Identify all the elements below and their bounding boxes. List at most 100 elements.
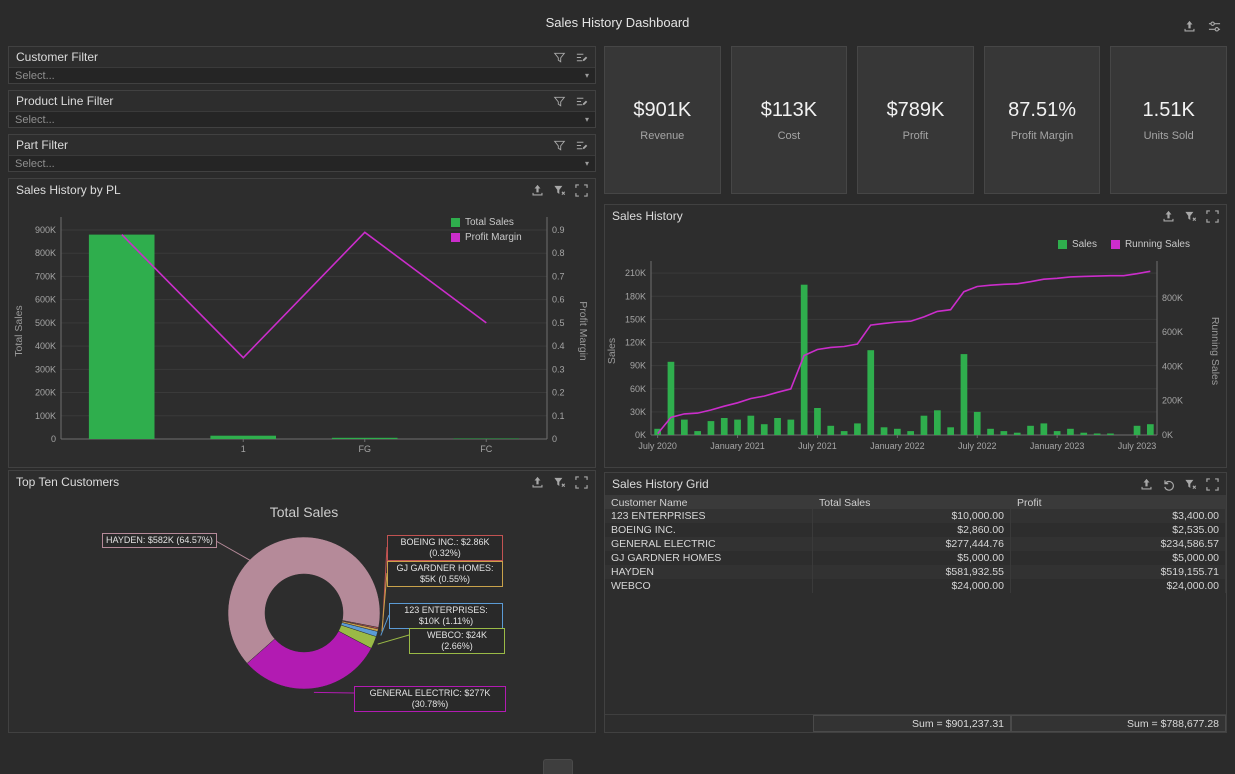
kpi-label: Profit Margin: [1011, 130, 1073, 142]
panel-toolbar: [553, 139, 588, 152]
panel-top-ten-customers: Top Ten Customers Total Sales HAYDEN: $5…: [8, 470, 596, 733]
panel-toolbar: [531, 184, 588, 197]
panel-sales-history-grid: Sales History Grid Customer NameTotal Sa…: [604, 472, 1227, 733]
table-row[interactable]: HAYDEN$581,932.55$519,155.71: [605, 565, 1226, 579]
grid-cell: $519,155.71: [1011, 565, 1226, 579]
svg-text:30K: 30K: [630, 407, 646, 417]
svg-text:Running Sales: Running Sales: [1209, 317, 1221, 385]
svg-text:150K: 150K: [625, 314, 646, 324]
titlebar-icons: [1183, 20, 1221, 33]
clear-master-filter-icon[interactable]: [1184, 478, 1197, 491]
legend-swatch: [1058, 240, 1067, 249]
table-row[interactable]: 123 ENTERPRISES$10,000.00$3,400.00: [605, 509, 1226, 523]
svg-text:July 2023: July 2023: [1118, 441, 1157, 451]
svg-text:January 2022: January 2022: [870, 441, 925, 451]
edit-list-icon[interactable]: [575, 139, 588, 152]
filter-icon[interactable]: [553, 51, 566, 64]
legend-label: Running Sales: [1125, 239, 1190, 250]
clear-master-filter-icon[interactable]: [553, 476, 566, 489]
export-icon[interactable]: [1183, 20, 1196, 33]
svg-text:Total Sales: Total Sales: [13, 305, 25, 356]
legend-entry: Sales: [1058, 239, 1097, 250]
panel-header: Sales History by PL: [9, 179, 595, 201]
total-sales-donut-chart[interactable]: Total Sales: [9, 493, 595, 732]
grid-cell: $10,000.00: [813, 509, 1011, 523]
panel-header: Sales History: [605, 205, 1226, 227]
chart-legend: Total SalesProfit Margin: [451, 217, 522, 243]
panel-title: Part Filter: [16, 138, 68, 152]
svg-text:July 2021: July 2021: [798, 441, 837, 451]
panel-header: Customer Filter: [9, 47, 595, 67]
clear-master-filter-icon[interactable]: [553, 184, 566, 197]
pie-callout-label: BOEING INC.: $2.86K (0.32%): [387, 535, 503, 561]
parameters-icon[interactable]: [1208, 20, 1221, 33]
svg-text:800K: 800K: [1162, 293, 1183, 303]
pie-callout-label: GENERAL ELECTRIC: $277K (30.78%): [354, 686, 506, 712]
sales-history-chart[interactable]: 0K30K60K90K120K150K180K210K0K200K400K600…: [605, 227, 1226, 467]
legend-entry: Total Sales: [451, 217, 522, 228]
filter-icon[interactable]: [553, 139, 566, 152]
filter-panel-part-filter: Part Filter Select...▾: [8, 134, 596, 172]
kpi-value: 87.51%: [1008, 99, 1076, 122]
export-icon[interactable]: [531, 184, 544, 197]
maximize-icon[interactable]: [1206, 478, 1219, 491]
svg-text:0.8: 0.8: [552, 248, 565, 258]
maximize-icon[interactable]: [575, 184, 588, 197]
table-row[interactable]: GJ GARDNER HOMES$5,000.00$5,000.00: [605, 551, 1226, 565]
panel-sales-history: Sales History 0K30K60K90K120K150K180K210…: [604, 204, 1227, 468]
panel-toolbar: [553, 51, 588, 64]
dashboard-title: Sales History Dashboard: [0, 15, 1235, 30]
filter-panel-customer-filter: Customer FilterSelect...▾: [8, 46, 596, 84]
table-row[interactable]: GENERAL ELECTRIC$277,444.76$234,586.57: [605, 537, 1226, 551]
svg-text:0: 0: [552, 434, 557, 444]
svg-text:0.2: 0.2: [552, 388, 565, 398]
filter-combobox[interactable]: Select...▾: [9, 155, 595, 171]
edit-list-icon[interactable]: [575, 95, 588, 108]
grid-cell: GENERAL ELECTRIC: [605, 537, 813, 551]
svg-text:FG: FG: [359, 444, 372, 454]
bottom-panel-handle[interactable]: [543, 759, 573, 774]
export-icon[interactable]: [1162, 210, 1175, 223]
svg-text:1: 1: [241, 444, 246, 454]
svg-text:January 2021: January 2021: [710, 441, 765, 451]
svg-text:0.9: 0.9: [552, 225, 565, 235]
chevron-down-icon: ▾: [585, 115, 589, 124]
svg-text:180K: 180K: [625, 291, 646, 301]
svg-text:July 2022: July 2022: [958, 441, 997, 451]
filter-combobox[interactable]: Select...▾: [9, 111, 595, 127]
filter-combobox[interactable]: Select...▾: [9, 67, 595, 83]
clear-master-filter-icon[interactable]: [1184, 210, 1197, 223]
svg-text:0.4: 0.4: [552, 341, 565, 351]
legend-swatch: [451, 233, 460, 242]
export-icon[interactable]: [531, 476, 544, 489]
panel-title: Top Ten Customers: [16, 475, 119, 489]
grid-cell: $5,000.00: [813, 551, 1011, 565]
undo-icon[interactable]: [1162, 478, 1175, 491]
svg-text:0.1: 0.1: [552, 411, 565, 421]
svg-text:700K: 700K: [35, 271, 56, 281]
table-row[interactable]: WEBCO$24,000.00$24,000.00: [605, 579, 1226, 593]
maximize-icon[interactable]: [575, 476, 588, 489]
svg-text:500K: 500K: [35, 318, 56, 328]
grid-cell: $277,444.76: [813, 537, 1011, 551]
grid-summary-row: Sum = $901,237.31Sum = $788,677.28: [605, 714, 1226, 732]
maximize-icon[interactable]: [1206, 210, 1219, 223]
sales-history-grid: Customer NameTotal SalesProfit123 ENTERP…: [605, 495, 1226, 732]
svg-text:100K: 100K: [35, 411, 56, 421]
edit-list-icon[interactable]: [575, 51, 588, 64]
svg-text:Sales: Sales: [606, 338, 618, 364]
kpi-card-profit: $789KProfit: [857, 46, 974, 194]
svg-text:Total Sales: Total Sales: [270, 504, 338, 520]
kpi-value: 1.51K: [1143, 99, 1195, 122]
kpi-card-profit-margin: 87.51% Profit Margin: [984, 46, 1101, 194]
kpi-label: Units Sold: [1144, 130, 1194, 142]
grid-cell: $2,535.00: [1011, 523, 1226, 537]
filter-icon[interactable]: [553, 95, 566, 108]
export-icon[interactable]: [1140, 478, 1153, 491]
svg-text:FC: FC: [480, 444, 492, 454]
grid-cell: BOEING INC.: [605, 523, 813, 537]
kpi-card-units-sold: 1.51K Units Sold: [1110, 46, 1227, 194]
svg-text:0.3: 0.3: [552, 364, 565, 374]
kpi-row: $901KRevenue$113KCost$789KProfit87.51%Pr…: [604, 46, 1227, 194]
table-row[interactable]: BOEING INC.$2,860.00$2,535.00: [605, 523, 1226, 537]
